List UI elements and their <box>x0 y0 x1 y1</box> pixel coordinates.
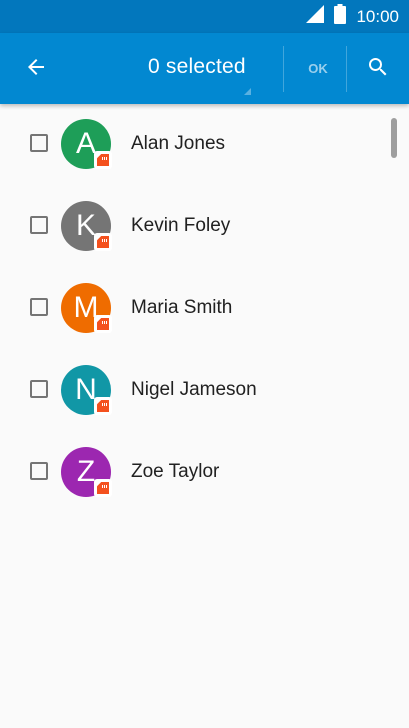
sim-card-icon <box>94 151 112 169</box>
status-time: 10:00 <box>356 6 399 26</box>
contact-name: Zoe Taylor <box>131 461 220 482</box>
contact-checkbox[interactable] <box>30 462 48 480</box>
contact-row[interactable]: N Nigel Jameson <box>0 350 409 432</box>
contact-name: Nigel Jameson <box>131 379 257 400</box>
contact-name: Alan Jones <box>131 133 226 154</box>
back-button[interactable] <box>18 51 54 87</box>
contact-name: Maria Smith <box>131 297 233 318</box>
dropdown-corner-indicator <box>244 88 251 95</box>
contact-list: A Alan Jones K Kevin Foley M Maria Smith… <box>0 104 409 514</box>
search-button[interactable] <box>360 51 396 87</box>
contact-checkbox[interactable] <box>30 380 48 398</box>
app-bar: 0 selected OK <box>0 33 409 104</box>
contact-row[interactable]: M Maria Smith <box>0 268 409 350</box>
signal-icon <box>306 5 325 28</box>
sim-card-icon <box>94 397 112 415</box>
selection-count-title: 0 selected <box>148 55 246 78</box>
search-icon <box>366 55 390 84</box>
sim-card-icon <box>94 315 112 333</box>
contact-checkbox[interactable] <box>30 134 48 152</box>
sim-card-icon <box>94 233 112 251</box>
scrollbar[interactable] <box>391 118 397 158</box>
sim-card-icon <box>94 479 112 497</box>
contact-name: Kevin Foley <box>131 215 231 236</box>
battery-icon <box>334 4 347 29</box>
contact-row[interactable]: A Alan Jones <box>0 104 409 186</box>
arrow-back-icon <box>24 55 48 84</box>
contact-checkbox[interactable] <box>30 216 48 234</box>
contact-checkbox[interactable] <box>30 298 48 316</box>
ok-button[interactable]: OK <box>296 57 340 81</box>
status-bar: 10:00 <box>0 0 409 33</box>
toolbar-divider <box>346 46 347 92</box>
toolbar-divider <box>283 46 284 92</box>
contact-row[interactable]: Z Zoe Taylor <box>0 432 409 514</box>
contact-row[interactable]: K Kevin Foley <box>0 186 409 268</box>
